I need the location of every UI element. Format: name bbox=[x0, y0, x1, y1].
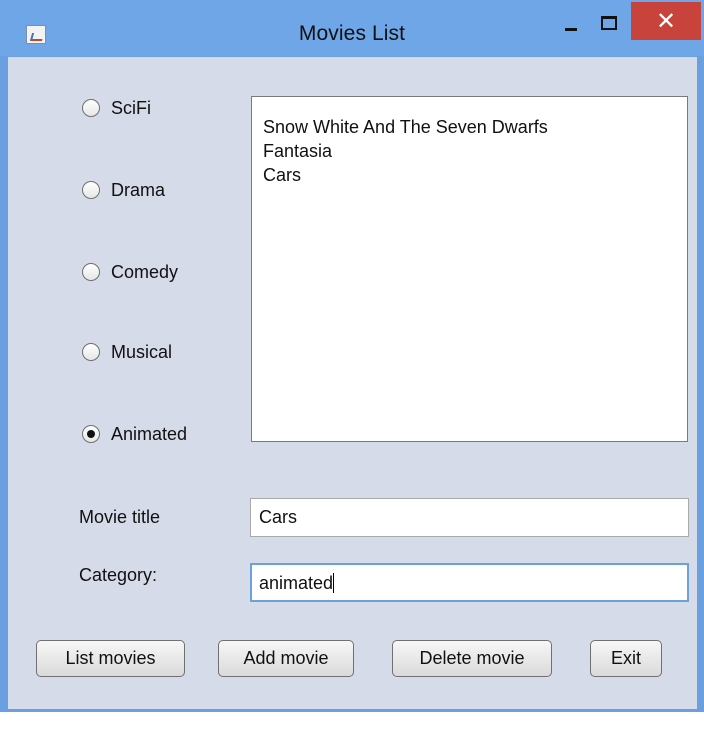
radio-icon[interactable] bbox=[82, 343, 100, 361]
radio-label-musical: Musical bbox=[111, 341, 173, 362]
radio-icon[interactable] bbox=[82, 181, 100, 199]
movie-title-label: Movie title bbox=[79, 507, 161, 527]
maximize-button[interactable] bbox=[594, 13, 636, 43]
minimize-icon bbox=[565, 28, 577, 31]
radio-animated[interactable]: Animated bbox=[82, 419, 187, 449]
title-bar[interactable]: Movies List ✕ bbox=[0, 0, 704, 56]
radio-comedy[interactable]: Comedy bbox=[82, 257, 178, 287]
content-panel: SciFi Drama Comedy Musical Animated Snow… bbox=[8, 57, 697, 709]
radio-icon[interactable] bbox=[82, 263, 100, 281]
movies-listbox[interactable]: Snow White And The Seven Dwarfs Fantasia… bbox=[251, 96, 688, 442]
movie-title-input[interactable]: Cars bbox=[250, 498, 689, 537]
radio-label-scifi: SciFi bbox=[111, 97, 151, 118]
delete-movie-button[interactable]: Delete movie bbox=[392, 640, 552, 677]
radio-label-comedy: Comedy bbox=[111, 261, 179, 282]
category-input[interactable]: animated bbox=[250, 563, 689, 602]
radio-icon[interactable] bbox=[82, 99, 100, 117]
exit-button[interactable]: Exit bbox=[590, 640, 662, 677]
maximize-icon bbox=[601, 16, 617, 30]
radio-icon-selected[interactable] bbox=[82, 425, 100, 443]
radio-label-animated: Animated bbox=[111, 423, 188, 444]
movie-title-value: Cars bbox=[259, 507, 298, 527]
text-caret bbox=[333, 573, 335, 593]
movies-list-window: Movies List ✕ SciFi Drama Comedy Musical… bbox=[0, 0, 704, 712]
page-background bbox=[0, 712, 704, 738]
radio-musical[interactable]: Musical bbox=[82, 337, 172, 367]
add-movie-button[interactable]: Add movie bbox=[218, 640, 354, 677]
radio-label-drama: Drama bbox=[111, 179, 166, 200]
list-item[interactable]: Snow White And The Seven Dwarfs bbox=[263, 115, 676, 139]
list-item[interactable]: Cars bbox=[263, 163, 676, 187]
close-icon: ✕ bbox=[655, 7, 677, 35]
list-item[interactable]: Fantasia bbox=[263, 139, 676, 163]
close-button[interactable]: ✕ bbox=[631, 2, 701, 40]
radio-scifi[interactable]: SciFi bbox=[82, 93, 151, 123]
list-movies-button[interactable]: List movies bbox=[36, 640, 185, 677]
radio-drama[interactable]: Drama bbox=[82, 175, 165, 205]
category-label: Category: bbox=[79, 565, 158, 585]
minimize-button[interactable] bbox=[552, 13, 596, 43]
category-value: animated bbox=[259, 573, 334, 593]
